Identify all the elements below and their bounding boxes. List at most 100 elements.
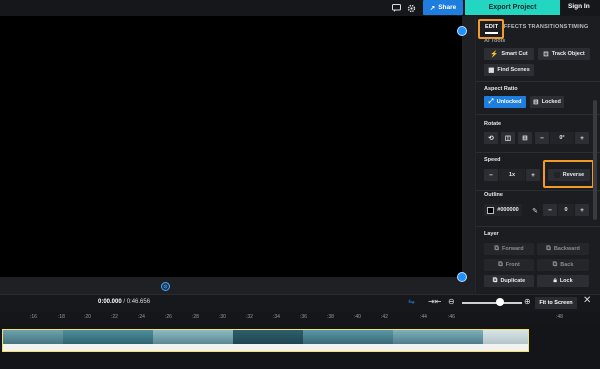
ruler-tick: :22 [111,314,118,320]
ruler-tick: :36 [300,314,307,320]
outline-color-field[interactable]: #000000 [484,204,522,216]
flip-horizontal-icon: ◫ [504,135,512,142]
comment-icon[interactable] [390,2,402,14]
export-project-button[interactable]: Export Project [465,0,560,15]
ruler-tick: :20 [84,314,91,320]
backward-label: Backward [553,246,580,252]
close-icon[interactable]: ✕ [583,295,591,306]
lock-icon: 🔒︎ [553,277,557,284]
video-preview[interactable] [0,16,462,277]
video-editor: ↗ Share Export Project Sign In ⊙ EDIT EF… [0,0,600,369]
lock-label: Lock [559,278,573,284]
track-object-label: Track Object [551,51,585,57]
tab-edit-label[interactable]: EDIT [485,24,498,30]
lock-ratio-icon: ⊟ [533,99,539,106]
divider [476,114,600,115]
ruler-tick: :18 [58,314,65,320]
edit-tab-underline [485,32,498,34]
fit-to-screen-button[interactable]: Fit to Screen [535,297,577,309]
rotate-left-button[interactable]: ⟲ [484,132,498,144]
resize-handle-top-right[interactable] [457,26,467,36]
plus-icon: + [580,134,584,142]
zoom-slider-knob[interactable] [496,298,504,306]
video-clip[interactable] [2,329,529,352]
ruler-tick: :46 [448,314,455,320]
duplicate-label: Duplicate [500,278,526,284]
outline-label: Outline [484,192,503,198]
outline-increase-button[interactable]: + [575,204,589,216]
front-button[interactable]: ⧉ Front [484,259,534,271]
outline-color-value: #000000 [497,207,519,213]
flip-vertical-button[interactable]: ⊟ [518,132,532,144]
rotate-value-field[interactable]: 0° [550,132,574,144]
back-button[interactable]: ⧉ Back [537,259,589,271]
target-icon: ⊡ [543,51,549,58]
minus-icon: − [540,134,544,142]
tab-timing[interactable]: TIMING [568,24,588,30]
zoom-in-icon[interactable]: ⊕ [524,297,531,306]
find-scenes-label: Find Scenes [497,67,530,73]
ruler-tick: :42 [381,314,388,320]
ruler-tick: :44 [420,314,427,320]
magnet-snap-icon[interactable]: ⇋ [408,297,415,306]
export-label: Export Project [488,4,537,11]
ruler-tick: :28 [192,314,199,320]
flip-horizontal-button[interactable]: ◫ [501,132,515,144]
ruler-tick: :38 [327,314,334,320]
share-label: Share [438,4,457,11]
lock-button[interactable]: 🔒︎ Lock [537,275,589,287]
outline-value-field[interactable]: 0 [558,204,574,216]
audio-waveform [3,344,528,351]
plus-icon: + [580,206,584,214]
resize-handle-bottom-right[interactable] [457,272,467,282]
divider [476,190,600,191]
duplicate-button[interactable]: ⧉ Duplicate [484,275,534,287]
find-scenes-button[interactable]: ▦ Find Scenes [484,64,534,76]
ruler-tick: :26 [165,314,172,320]
minus-icon: − [489,171,493,179]
speed-decrease-button[interactable]: − [484,169,498,181]
gear-icon[interactable] [405,2,417,14]
rotate-value: 0° [559,135,565,141]
panel-scrollbar[interactable] [593,100,597,220]
unlocked-button[interactable]: ⤢ Unlocked [484,96,526,108]
zoom-out-icon[interactable]: ⊖ [448,297,455,306]
outline-decrease-button[interactable]: − [543,204,557,216]
rotate-decrease-button[interactable]: − [535,132,549,144]
rotate-increase-button[interactable]: + [575,132,589,144]
reverse-checkbox-icon [553,172,560,178]
minus-icon: − [548,206,552,214]
tab-transitions[interactable]: TRANSITIONS [528,24,567,30]
back-label: Back [560,262,574,268]
plus-icon: + [531,171,535,179]
track-object-button[interactable]: ⊡ Track Object [538,48,590,60]
rotate-label: Rotate [484,121,502,127]
current-time: 0:00.000 [98,299,122,305]
ruler-tick: :32 [246,314,253,320]
speed-value-field[interactable]: 1x [499,169,525,181]
reverse-button[interactable]: Reverse [548,169,590,181]
locked-button[interactable]: ⊟ Locked [530,96,564,108]
share-icon: ↗ [429,4,436,12]
back-icon: ⧉ [552,261,558,268]
ruler-tick: :16 [30,314,37,320]
ruler-tick: :24 [138,314,145,320]
canvas-scroll-knob[interactable]: ⊙ [161,282,170,291]
front-icon: ⧉ [498,261,503,268]
smart-cut-label: Smart Cut [501,51,528,57]
share-button[interactable]: ↗ Share [423,0,463,15]
smart-cut-button[interactable]: ⚡ Smart Cut [484,48,534,60]
total-time: / 0:46.656 [123,299,151,305]
time-display: 0:00.000 / 0:46.656 [98,299,150,305]
backward-button[interactable]: ⧉ Backward [537,243,589,255]
scenes-icon: ▦ [488,67,495,74]
reverse-label: Reverse [562,172,585,178]
duplicate-icon: ⧉ [492,277,498,284]
zoom-slider-track[interactable] [462,302,522,304]
forward-button[interactable]: ⧉ Forward [484,243,534,255]
sign-in-link[interactable]: Sign In [568,3,590,10]
eyedropper-icon[interactable]: ✎ [529,205,541,217]
fit-width-icon[interactable]: ⇥⇤ [428,297,441,306]
speed-increase-button[interactable]: + [526,169,540,181]
unlocked-label: Unlocked [496,99,522,105]
